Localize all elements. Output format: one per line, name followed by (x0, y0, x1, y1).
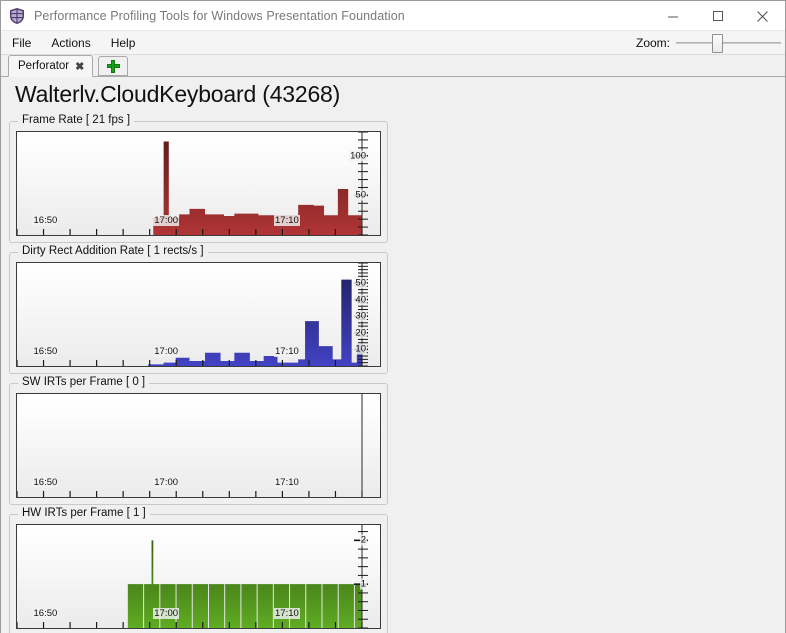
page-title: Walterlv.CloudKeyboard (43268) (15, 81, 777, 108)
x-axis-tick-label: 17:00 (153, 608, 179, 619)
zoom-slider[interactable] (676, 33, 781, 53)
y-axis-tick-label: 50 (354, 277, 367, 288)
tab-strip: Perforator ✖ (1, 55, 785, 77)
title-bar: Performance Profiling Tools for Windows … (1, 1, 785, 31)
panel-title-hw-irts: HW IRTs per Frame [ 1 ] (18, 507, 150, 519)
add-tab-button[interactable] (98, 56, 128, 76)
y-axis-tick-label: 20 (354, 327, 367, 338)
zoom-label: Zoom: (636, 36, 670, 50)
x-axis-tick-label: 17:00 (153, 477, 179, 488)
panel-sw-irts: SW IRTs per Frame [ 0 ] 16:5017:0017:10 (9, 383, 388, 505)
tab-label: Perforator (18, 60, 69, 72)
zoom-control: Zoom: (636, 31, 781, 55)
x-axis-tick-label: 17:00 (153, 346, 179, 357)
y-axis-tick-label: 100 (349, 150, 367, 161)
chart-sw-irts: 16:50 17:00 17:10 (16, 393, 381, 498)
tab-perforator[interactable]: Perforator ✖ (8, 55, 93, 77)
y-axis-tick-label: 2 (360, 535, 367, 546)
menu-bar: File Actions Help Zoom: (1, 31, 785, 55)
x-axis-tick-label: 16:50 (33, 346, 59, 357)
panel-dirty-rect: Dirty Rect Addition Rate [ 1 rects/s ] 1… (9, 252, 388, 374)
x-axis-tick-label: 16:50 (33, 608, 59, 619)
x-axis-tick-label: 17:10 (274, 215, 300, 226)
zoom-slider-thumb[interactable] (712, 34, 723, 53)
x-axis-tick-label: 17:10 (274, 346, 300, 357)
main-content: Walterlv.CloudKeyboard (43268) Frame Rat… (1, 77, 785, 633)
x-axis-tick-label: 17:10 (274, 608, 300, 619)
shield-icon (8, 7, 26, 25)
window-title: Performance Profiling Tools for Windows … (34, 9, 405, 23)
panel-frame-rate: Frame Rate [ 21 fps ] 16:5017:0017:10501… (9, 121, 388, 243)
chart-frame-rate: 16:50 17:00 17:10 50 100 (16, 131, 381, 236)
window-controls (650, 1, 785, 31)
app-window: Performance Profiling Tools for Windows … (0, 0, 786, 633)
menu-item-help[interactable]: Help (102, 34, 145, 52)
chart-dirty-rect: 16:50 17:00 17:10 10 20 30 40 50 (16, 262, 381, 367)
y-axis-tick-label: 40 (354, 294, 367, 305)
y-axis-tick-label: 30 (354, 311, 367, 322)
charts-grid: Frame Rate [ 21 fps ] 16:5017:0017:10501… (9, 112, 777, 633)
panel-title-sw-irts: SW IRTs per Frame [ 0 ] (18, 376, 149, 388)
panel-title-dirty-rect: Dirty Rect Addition Rate [ 1 rects/s ] (18, 245, 208, 257)
panel-hw-irts: HW IRTs per Frame [ 1 ] 16:5017:0017:101… (9, 514, 388, 633)
maximize-button[interactable] (695, 1, 740, 31)
y-axis-tick-label: 10 (354, 344, 367, 355)
y-axis-tick-label: 50 (354, 190, 367, 201)
x-axis-tick-label: 16:50 (33, 215, 59, 226)
x-axis-tick-label: 17:00 (153, 215, 179, 226)
minimize-button[interactable] (650, 1, 695, 31)
x-axis-tick-label: 16:50 (33, 477, 59, 488)
tab-close-icon[interactable]: ✖ (75, 60, 84, 73)
panel-title-frame-rate: Frame Rate [ 21 fps ] (18, 114, 134, 126)
menu-item-actions[interactable]: Actions (42, 34, 99, 52)
close-button[interactable] (740, 1, 785, 31)
plus-icon (107, 60, 120, 73)
y-axis-tick-label: 1 (360, 579, 367, 590)
x-axis-tick-label: 17:10 (274, 477, 300, 488)
menu-item-file[interactable]: File (3, 34, 40, 52)
chart-hw-irts: 16:50 17:00 17:10 1 2 (16, 524, 381, 629)
zoom-slider-rail (676, 42, 781, 44)
